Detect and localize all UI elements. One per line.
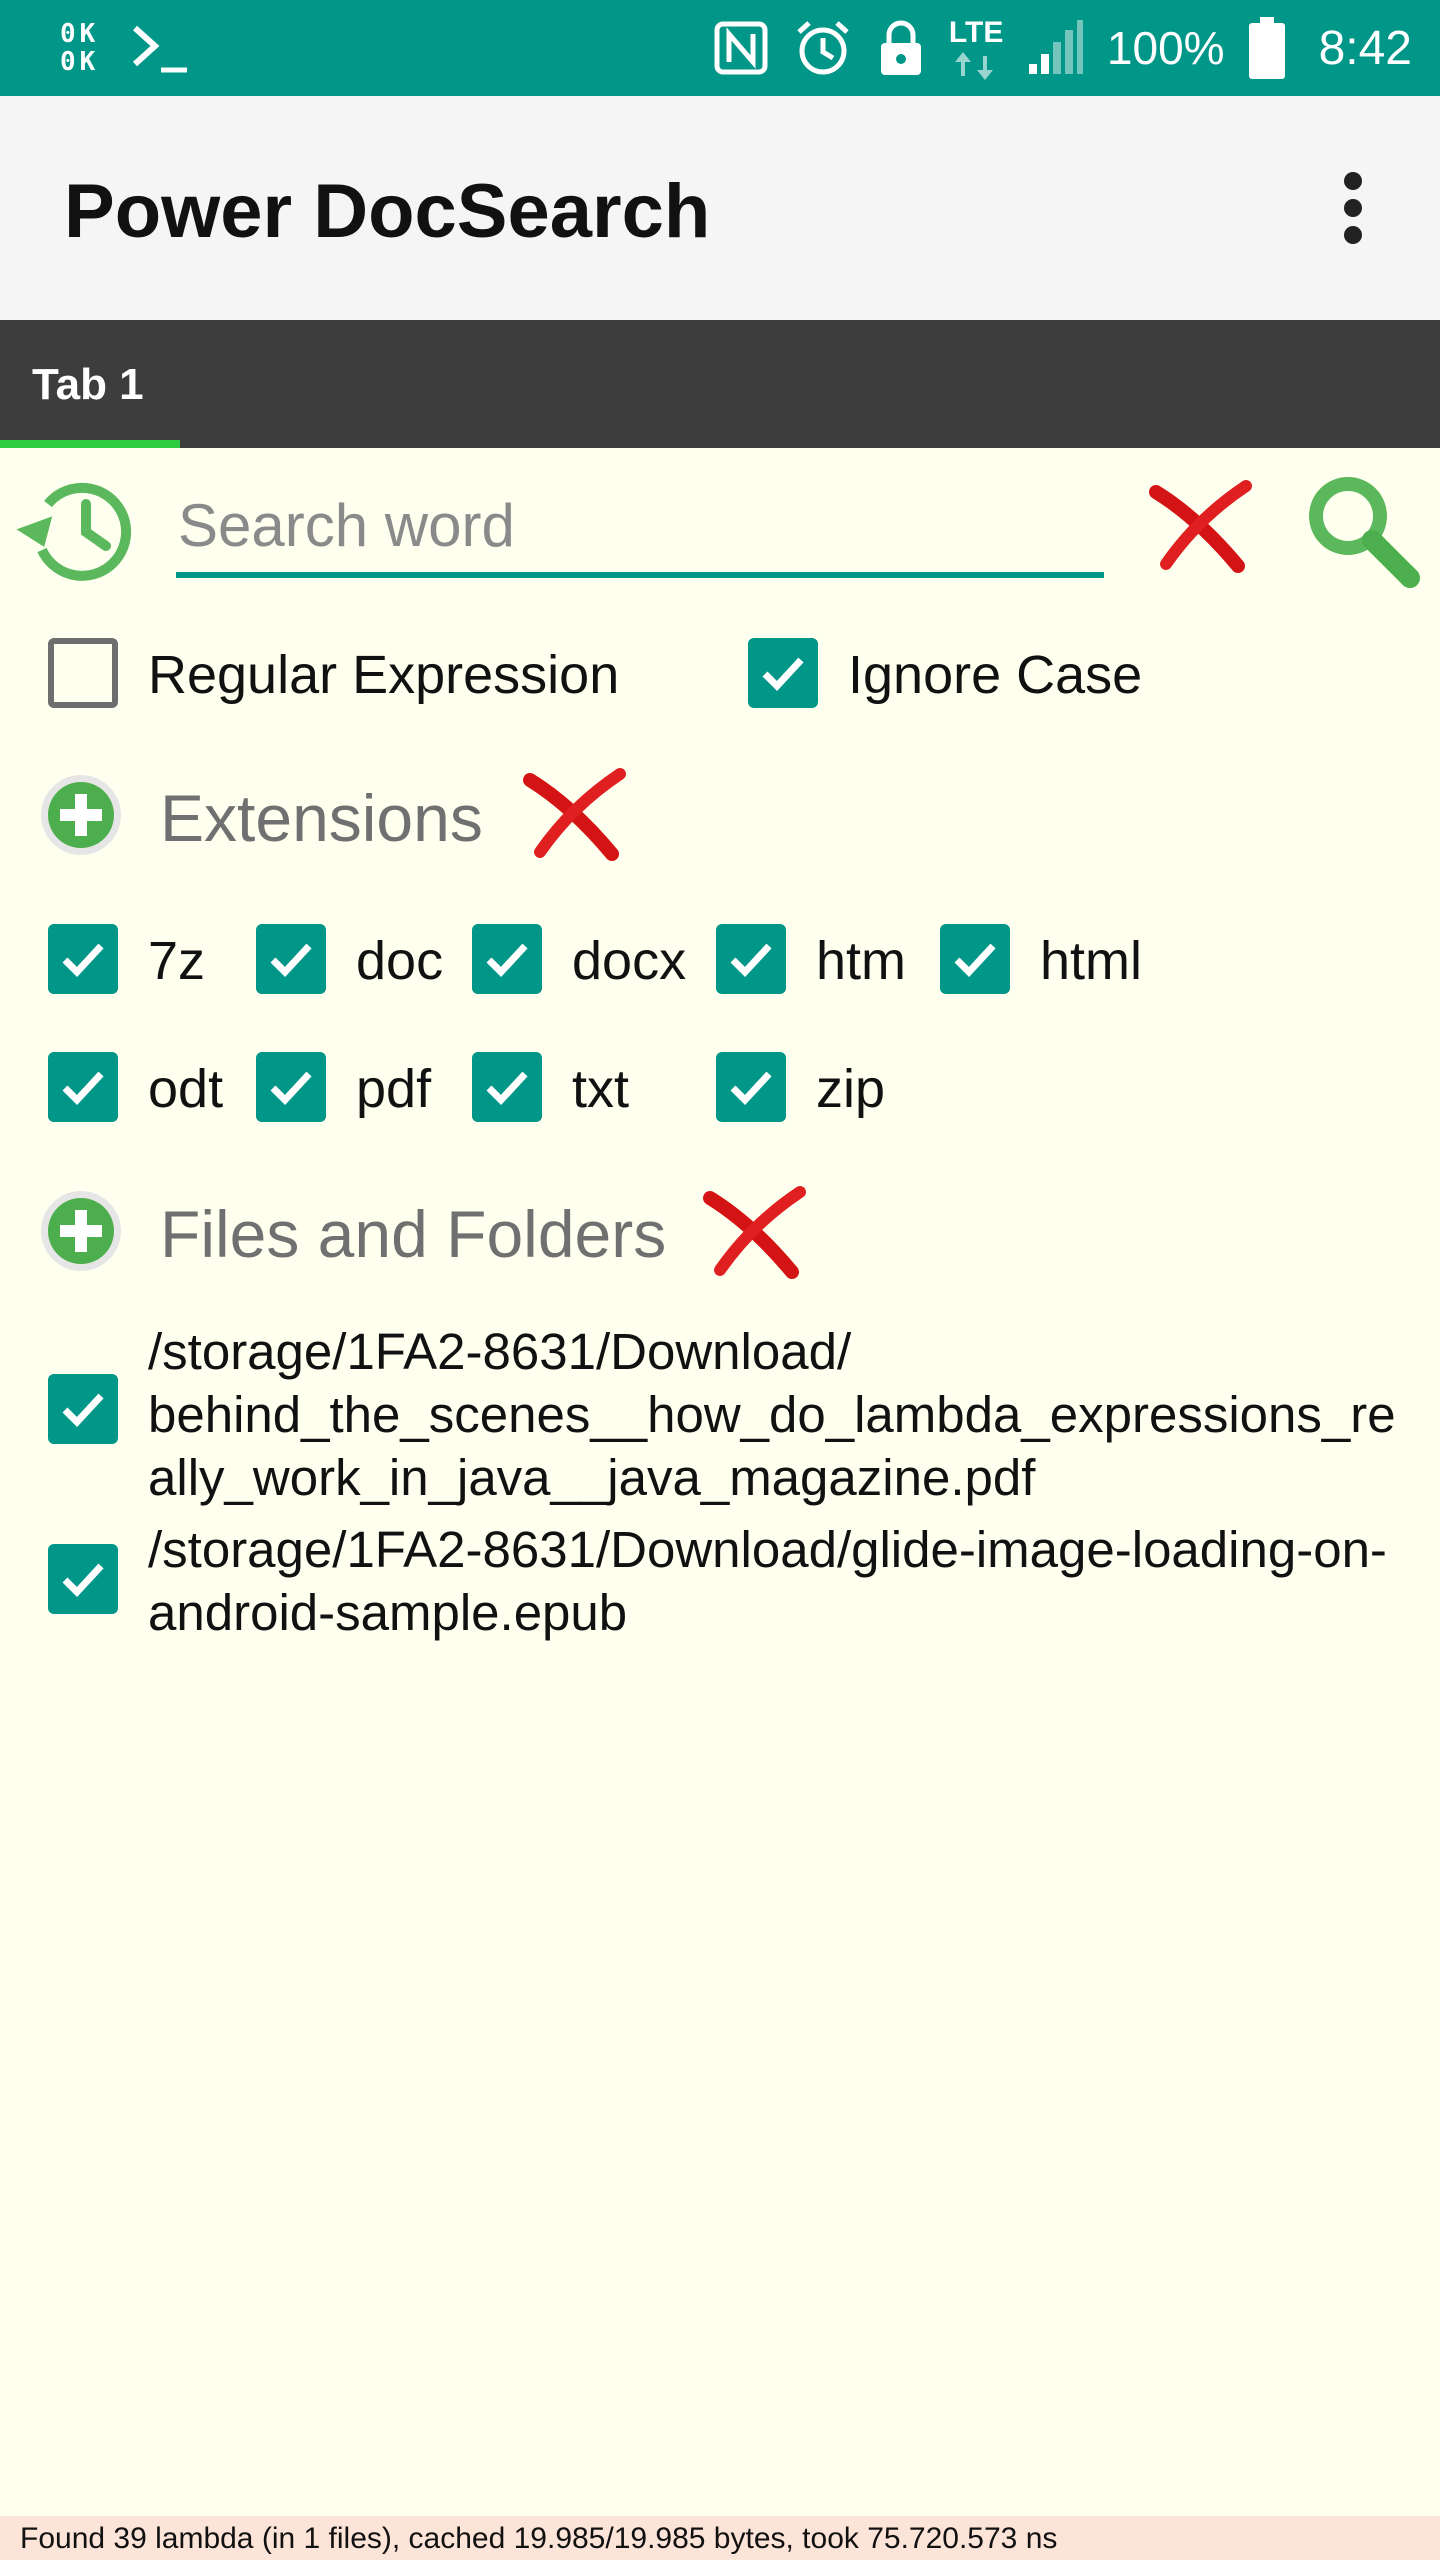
file-path: /storage/1FA2-8631/Download/ behind_the_… <box>148 1323 1396 1506</box>
status-footer: Found 39 lambda (in 1 files), cached 19.… <box>0 2516 1440 2560</box>
status-bar: 0K 0K LTE 100% 8:42 <box>0 0 1440 96</box>
ext-label: html <box>1040 931 1143 991</box>
regex-label: Regular Expression <box>148 645 620 705</box>
clear-x-icon[interactable] <box>1148 478 1252 574</box>
ext-label: doc <box>356 931 444 991</box>
tab-1[interactable]: Tab 1 <box>0 320 180 448</box>
app-bar: Power DocSearch <box>0 96 1440 320</box>
regex-checkbox[interactable] <box>48 638 118 708</box>
ext-label: odt <box>148 1059 224 1119</box>
search-input[interactable] <box>176 478 1104 578</box>
okok-icon: 0K 0K <box>60 19 100 77</box>
alarm-icon <box>797 21 849 75</box>
nfc-icon <box>714 21 768 75</box>
ext-checkbox-pdf[interactable] <box>256 1052 326 1122</box>
tab-indicator <box>0 440 180 448</box>
network-type: LTE <box>948 16 1004 49</box>
ext-checkbox-txt[interactable] <box>472 1052 542 1122</box>
ignore-case-label: Ignore Case <box>848 645 1143 705</box>
file-checkbox[interactable] <box>48 1374 118 1444</box>
ext-label: pdf <box>356 1059 432 1119</box>
terminal-icon <box>133 25 188 73</box>
ext-label: docx <box>572 931 687 991</box>
ext-checkbox-html[interactable] <box>940 924 1010 994</box>
app-title: Power DocSearch <box>64 169 711 254</box>
ignore-case-checkbox[interactable] <box>748 638 818 708</box>
ext-checkbox-doc[interactable] <box>256 924 326 994</box>
file-path: /storage/1FA2-8631/Download/glide-image-… <box>148 1521 1387 1641</box>
ext-label: txt <box>572 1059 630 1119</box>
extensions-title: Extensions <box>160 781 483 855</box>
ext-label: zip <box>816 1059 886 1119</box>
overflow-menu-icon[interactable] <box>1320 168 1384 248</box>
search-icon[interactable] <box>1300 470 1420 590</box>
clear-files-icon[interactable] <box>702 1184 806 1280</box>
lte-icon: LTE <box>949 16 1003 80</box>
clear-extensions-icon[interactable] <box>522 766 626 862</box>
battery-percent: 100% <box>1106 22 1225 74</box>
ext-label: 7z <box>148 931 206 991</box>
battery-icon <box>1248 17 1285 79</box>
add-extension-icon[interactable] <box>38 772 124 858</box>
clock: 8:42 <box>1318 21 1412 75</box>
ext-checkbox-7z[interactable] <box>48 924 118 994</box>
add-file-icon[interactable] <box>38 1188 124 1274</box>
ext-checkbox-htm[interactable] <box>716 924 786 994</box>
ext-checkbox-docx[interactable] <box>472 924 542 994</box>
files-title: Files and Folders <box>160 1197 667 1271</box>
tab-label: Tab 1 <box>32 360 144 409</box>
ext-checkbox-odt[interactable] <box>48 1052 118 1122</box>
ext-checkbox-zip[interactable] <box>716 1052 786 1122</box>
file-checkbox[interactable] <box>48 1544 118 1614</box>
history-icon[interactable] <box>14 470 144 590</box>
tab-bar: Tab 1 <box>0 320 1440 448</box>
lock-icon <box>880 20 921 75</box>
ext-label: htm <box>816 931 907 991</box>
signal-icon <box>1028 20 1083 74</box>
